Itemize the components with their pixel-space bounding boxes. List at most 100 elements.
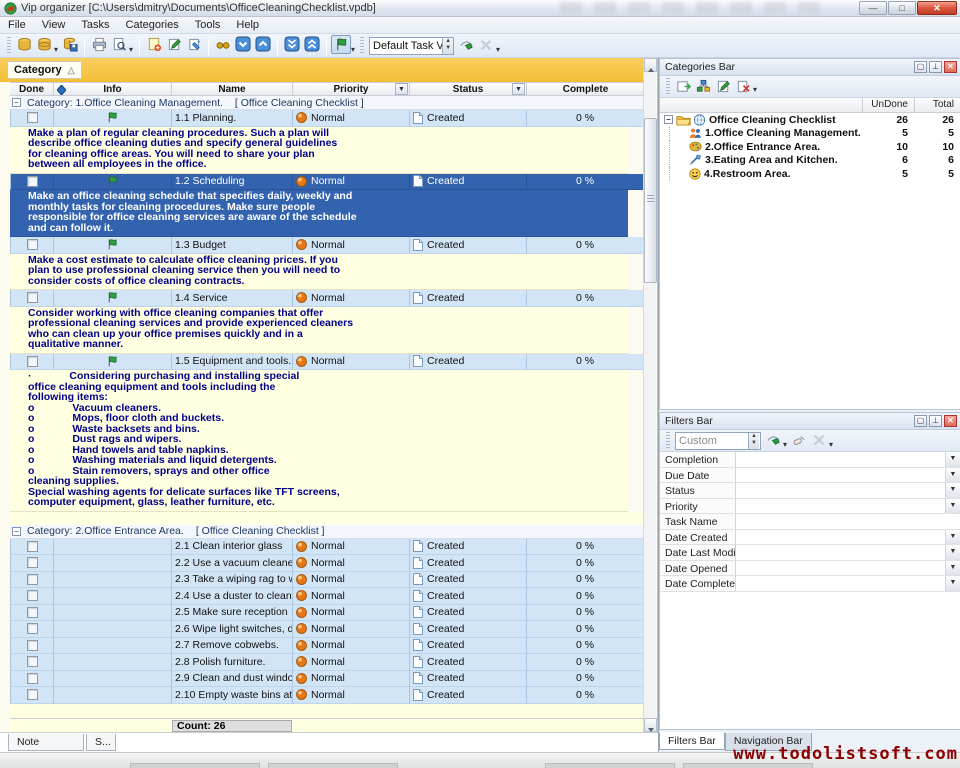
task-name-cell[interactable]: 2.1 Clean interior glass bbox=[172, 539, 293, 556]
task-info-cell[interactable] bbox=[54, 605, 172, 622]
task-complete-cell[interactable]: 0 % bbox=[527, 572, 644, 589]
task-priority-cell[interactable]: Normal bbox=[293, 687, 410, 704]
edit-category-icon[interactable] bbox=[713, 77, 733, 96]
tree-item-3-eating-area-and-kitchen-[interactable]: 3.Eating Area and Kitchen.66 bbox=[660, 154, 960, 168]
edit-task-icon[interactable] bbox=[164, 35, 184, 54]
task-priority-cell[interactable]: Normal bbox=[293, 237, 410, 254]
undone-column-header[interactable]: UnDone bbox=[862, 98, 914, 112]
dock-tab-filters-bar[interactable]: Filters Bar bbox=[659, 732, 725, 750]
add-task-icon[interactable] bbox=[144, 35, 164, 54]
task-name-cell[interactable]: 1.3 Budget bbox=[172, 237, 293, 254]
task-status-cell[interactable]: Created bbox=[410, 174, 527, 191]
task-complete-cell[interactable]: 0 % bbox=[527, 621, 644, 638]
filter-value-field[interactable] bbox=[736, 561, 945, 576]
task-status-cell[interactable]: Created bbox=[410, 539, 527, 556]
dropdown-caret-icon[interactable]: ▾ bbox=[753, 85, 757, 94]
filter-dropdown-icon[interactable]: ▼ bbox=[945, 576, 960, 591]
task-row[interactable]: 2.4 Use a duster to cleanNormalCreated0 … bbox=[10, 588, 645, 605]
task-status-cell[interactable]: Created bbox=[410, 588, 527, 605]
new-database-icon[interactable] bbox=[14, 35, 34, 54]
task-name-cell[interactable]: 2.9 Clean and dust window bbox=[172, 671, 293, 688]
task-priority-cell[interactable]: Normal bbox=[293, 539, 410, 556]
task-name-cell[interactable]: 2.7 Remove cobwebs. bbox=[172, 638, 293, 655]
task-info-cell[interactable] bbox=[54, 638, 172, 655]
dropdown-caret-icon[interactable]: ▾ bbox=[351, 45, 355, 54]
task-row[interactable]: 1.1 Planning.NormalCreated0 % bbox=[10, 110, 645, 127]
task-complete-cell[interactable]: 0 % bbox=[527, 539, 644, 556]
task-info-cell[interactable] bbox=[54, 290, 172, 307]
task-checkbox[interactable] bbox=[27, 557, 38, 568]
delete-view-icon[interactable] bbox=[476, 35, 496, 54]
save-database-icon[interactable] bbox=[60, 35, 80, 54]
task-row[interactable]: 2.3 Take a wiping rag to washNormalCreat… bbox=[10, 572, 645, 589]
task-name-cell[interactable]: 1.4 Service bbox=[172, 290, 293, 307]
task-done-cell[interactable] bbox=[10, 588, 54, 605]
category-group-row[interactable]: −Category: 2.Office Entrance Area.[ Offi… bbox=[10, 525, 645, 539]
filter-value-field[interactable] bbox=[736, 530, 945, 545]
column-header-name[interactable]: Name bbox=[172, 83, 293, 95]
delete-category-icon[interactable] bbox=[733, 77, 753, 96]
task-info-cell[interactable] bbox=[54, 110, 172, 127]
task-name-cell[interactable]: 1.5 Equipment and tools. bbox=[172, 354, 293, 371]
task-name-cell[interactable]: 2.2 Use a vacuum cleaner to bbox=[172, 555, 293, 572]
apply-filter-icon[interactable] bbox=[763, 430, 783, 449]
task-row[interactable]: 2.1 Clean interior glassNormalCreated0 % bbox=[10, 539, 645, 556]
vertical-scrollbar[interactable] bbox=[643, 58, 656, 732]
menu-tools[interactable]: Tools bbox=[187, 18, 229, 32]
task-row[interactable]: 2.2 Use a vacuum cleaner toNormalCreated… bbox=[10, 555, 645, 572]
panel-restore-icon[interactable]: ▢ bbox=[914, 415, 927, 427]
task-done-cell[interactable] bbox=[10, 638, 54, 655]
task-checkbox[interactable] bbox=[27, 176, 38, 187]
tree-root-office-cleaning-checklist[interactable]: −Office Cleaning Checklist2626 bbox=[660, 113, 960, 127]
task-complete-cell[interactable]: 0 % bbox=[527, 605, 644, 622]
tree-item-2-office-entrance-area-[interactable]: 2.Office Entrance Area.1010 bbox=[660, 140, 960, 154]
task-priority-cell[interactable]: Normal bbox=[293, 588, 410, 605]
task-done-cell[interactable] bbox=[10, 621, 54, 638]
scrollbar-thumb[interactable] bbox=[644, 118, 657, 283]
task-done-cell[interactable] bbox=[10, 110, 54, 127]
task-checkbox[interactable] bbox=[27, 112, 38, 123]
delete-filter-icon[interactable] bbox=[809, 430, 829, 449]
task-checkbox[interactable] bbox=[27, 590, 38, 601]
task-row[interactable]: 1.2 SchedulingNormalCreated0 % bbox=[10, 174, 645, 191]
task-row[interactable]: 2.10 Empty waste bins at theNormalCreate… bbox=[10, 687, 645, 704]
task-priority-cell[interactable]: Normal bbox=[293, 654, 410, 671]
task-info-cell[interactable] bbox=[54, 539, 172, 556]
task-checkbox[interactable] bbox=[27, 673, 38, 684]
task-status-cell[interactable]: Created bbox=[410, 671, 527, 688]
print-icon[interactable] bbox=[89, 35, 109, 54]
status-filter-dropdown[interactable]: ▼ bbox=[512, 83, 525, 95]
task-priority-cell[interactable]: Normal bbox=[293, 555, 410, 572]
task-info-cell[interactable] bbox=[54, 354, 172, 371]
column-header-complete[interactable]: Complete bbox=[527, 83, 644, 95]
filter-value-field[interactable] bbox=[736, 545, 945, 560]
task-priority-cell[interactable]: Normal bbox=[293, 110, 410, 127]
task-complete-cell[interactable]: 0 % bbox=[527, 110, 644, 127]
clear-filter-icon[interactable] bbox=[789, 430, 809, 449]
column-header-info[interactable]: Info bbox=[54, 83, 172, 95]
dropdown-caret-icon[interactable]: ▾ bbox=[54, 45, 58, 54]
task-status-cell[interactable]: Created bbox=[410, 572, 527, 589]
task-info-cell[interactable] bbox=[54, 687, 172, 704]
tree-collapse-icon[interactable]: − bbox=[664, 115, 673, 124]
task-complete-cell[interactable]: 0 % bbox=[527, 174, 644, 191]
task-checkbox[interactable] bbox=[27, 623, 38, 634]
task-view-combobox[interactable]: Default Task V ▲▼ bbox=[369, 37, 454, 55]
collapse-group-icon[interactable]: − bbox=[12, 98, 21, 107]
task-row[interactable]: 1.5 Equipment and tools.NormalCreated0 % bbox=[10, 354, 645, 371]
task-complete-cell[interactable]: 0 % bbox=[527, 638, 644, 655]
tab-s[interactable]: S... bbox=[86, 734, 116, 751]
task-done-cell[interactable] bbox=[10, 572, 54, 589]
filter-dropdown-icon[interactable]: ▼ bbox=[945, 452, 960, 467]
task-priority-cell[interactable]: Normal bbox=[293, 638, 410, 655]
task-status-cell[interactable]: Created bbox=[410, 638, 527, 655]
close-button[interactable]: ✕ bbox=[917, 1, 957, 15]
task-info-cell[interactable] bbox=[54, 237, 172, 254]
expand-all-icon[interactable] bbox=[282, 34, 302, 53]
scroll-up-arrow[interactable] bbox=[644, 58, 657, 72]
filter-value-field[interactable] bbox=[736, 499, 945, 514]
panel-close-icon[interactable]: ✕ bbox=[944, 415, 957, 427]
task-description[interactable]: Make a plan of regular cleaning procedur… bbox=[10, 127, 628, 174]
filter-dropdown-icon[interactable]: ▼ bbox=[945, 499, 960, 514]
task-complete-cell[interactable]: 0 % bbox=[527, 555, 644, 572]
